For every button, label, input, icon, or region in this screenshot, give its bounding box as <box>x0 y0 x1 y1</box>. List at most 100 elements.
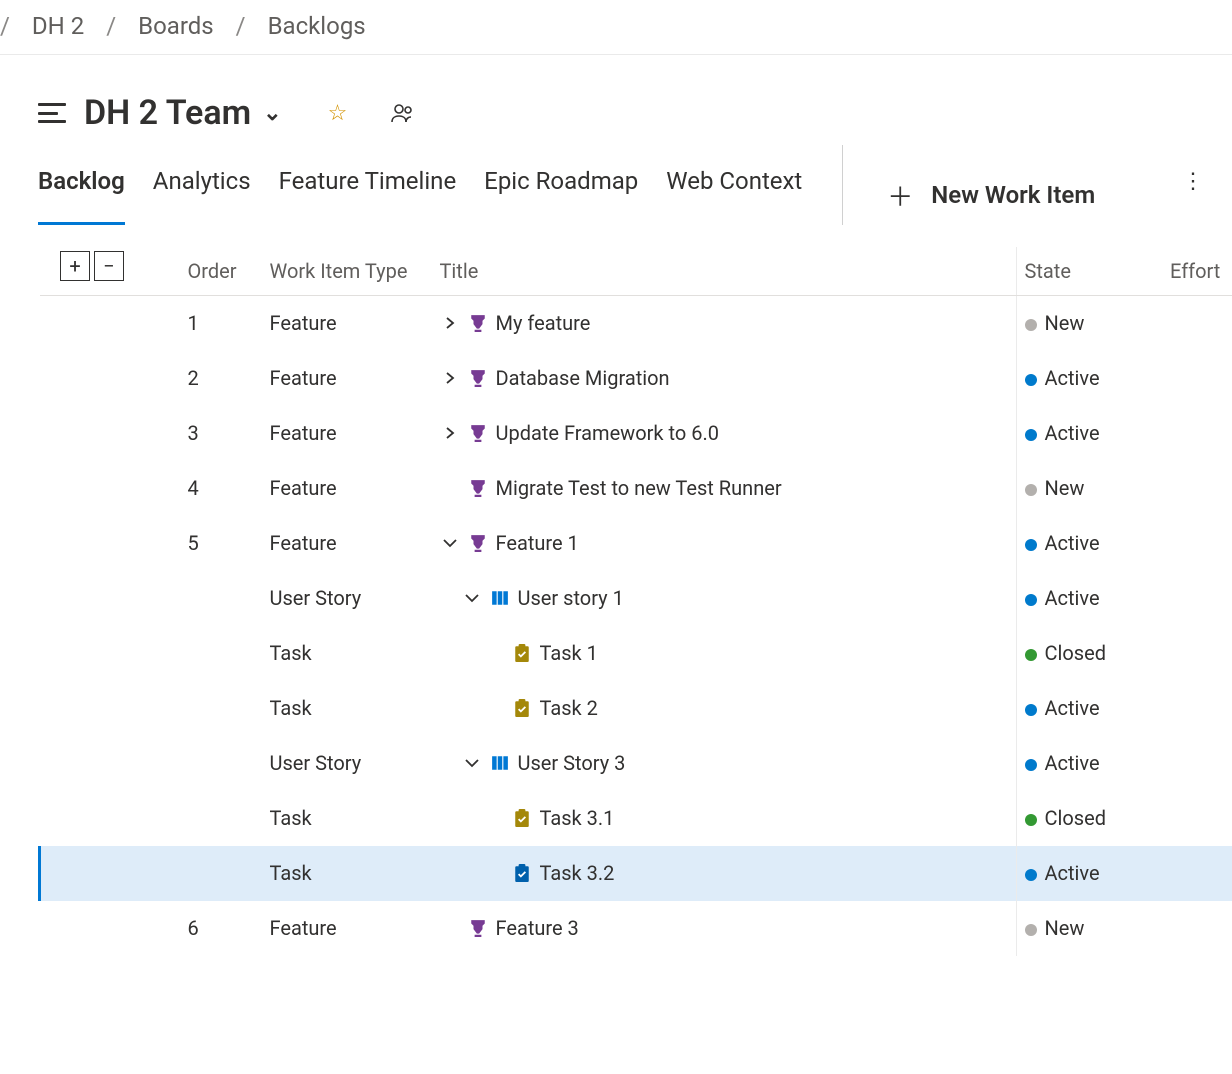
row-state: Closed <box>1016 626 1162 681</box>
table-row[interactable]: Task Task 1 Closed <box>40 626 1232 681</box>
state-dot-icon <box>1025 924 1037 936</box>
table-row[interactable]: 6Feature Feature 3 New <box>40 901 1232 956</box>
row-order <box>180 736 262 791</box>
row-order: 5 <box>180 516 262 571</box>
row-type: Task <box>262 626 432 681</box>
breadcrumb-boards[interactable]: Boards <box>138 12 214 40</box>
table-row[interactable]: 1Feature My feature New <box>40 296 1232 351</box>
col-effort-header[interactable]: Effort <box>1162 247 1232 296</box>
table-row[interactable]: Task Task 3.1 Closed <box>40 791 1232 846</box>
task-icon <box>512 808 532 828</box>
collapse-all-button[interactable]: − <box>94 251 124 281</box>
row-order: 1 <box>180 296 262 351</box>
expand-all-button[interactable]: + <box>60 251 90 281</box>
state-text: Active <box>1045 696 1100 720</box>
row-title[interactable]: User Story 3 <box>518 751 626 775</box>
table-row[interactable]: User StoryUser story 1Active <box>40 571 1232 626</box>
chevron-right-icon[interactable] <box>440 317 460 329</box>
tab-analytics[interactable]: Analytics <box>153 159 251 225</box>
new-work-item-button[interactable]: ＋ New Work Item <box>887 165 1095 225</box>
chevron-down-icon[interactable] <box>440 537 460 549</box>
row-effort <box>1162 736 1232 791</box>
table-row[interactable]: 5FeatureFeature 1Active <box>40 516 1232 571</box>
row-title[interactable]: Task 2 <box>540 696 598 720</box>
table-row[interactable]: User StoryUser Story 3Active <box>40 736 1232 791</box>
toolbar-separator <box>842 145 843 225</box>
col-state-header[interactable]: State <box>1016 247 1162 296</box>
row-state: Active <box>1016 736 1162 791</box>
state-dot-icon <box>1025 594 1037 606</box>
row-order: 4 <box>180 461 262 516</box>
tab-feature-timeline[interactable]: Feature Timeline <box>279 159 457 225</box>
menu-icon[interactable] <box>38 103 66 123</box>
row-title[interactable]: Feature 1 <box>496 531 579 555</box>
breadcrumb-backlogs[interactable]: Backlogs <box>268 12 366 40</box>
row-type: Feature <box>262 296 432 351</box>
task-blue-icon <box>512 863 532 883</box>
table-row[interactable]: 2FeatureDatabase MigrationActive <box>40 351 1232 406</box>
row-title[interactable]: My feature <box>496 311 591 335</box>
row-title[interactable]: Task 3.1 <box>540 806 615 830</box>
row-title[interactable]: Database Migration <box>496 366 670 390</box>
row-state: Closed <box>1016 791 1162 846</box>
row-order: 6 <box>180 901 262 956</box>
row-effort <box>1162 626 1232 681</box>
new-work-item-label: New Work Item <box>931 181 1095 209</box>
plus-icon: ＋ <box>887 177 913 214</box>
table-row[interactable]: TaskTask 3.2Active <box>40 846 1232 901</box>
row-type: Task <box>262 791 432 846</box>
row-type: Feature <box>262 406 432 461</box>
row-effort <box>1162 351 1232 406</box>
backlog-table: Order Work Item Type Title State Effort … <box>38 247 1232 956</box>
feature-icon <box>468 313 488 333</box>
row-title[interactable]: Task 1 <box>540 641 598 665</box>
team-selector[interactable]: DH 2 Team ⌄ <box>84 93 282 133</box>
tab-web-context[interactable]: Web Context <box>666 159 802 225</box>
row-state: New <box>1016 296 1162 351</box>
state-text: Closed <box>1045 641 1107 665</box>
row-order <box>180 626 262 681</box>
breadcrumb-sep: / <box>236 12 246 40</box>
chevron-right-icon[interactable] <box>440 427 460 439</box>
more-actions-button[interactable]: ⋮ <box>1182 169 1204 225</box>
pivot-tabs: Backlog Analytics Feature Timeline Epic Roa… <box>38 159 802 225</box>
chevron-down-icon[interactable] <box>462 592 482 604</box>
row-title[interactable]: Feature 3 <box>496 916 579 940</box>
col-title-header[interactable]: Title <box>432 247 1017 296</box>
breadcrumb-project[interactable]: DH 2 <box>32 12 84 40</box>
row-title[interactable]: Update Framework to 6.0 <box>496 421 719 445</box>
row-type: Feature <box>262 901 432 956</box>
table-row[interactable]: 4FeatureMigrate Test to new Test RunnerN… <box>40 461 1232 516</box>
state-text: Active <box>1045 861 1100 885</box>
tab-backlog[interactable]: Backlog <box>38 159 125 225</box>
state-text: New <box>1045 916 1085 940</box>
state-dot-icon <box>1025 319 1037 331</box>
favorite-star-icon[interactable]: ☆ <box>328 101 348 126</box>
row-title[interactable]: Task 3.2 <box>540 861 615 885</box>
col-type-header[interactable]: Work Item Type <box>262 247 432 296</box>
table-row[interactable]: TaskTask 2Active <box>40 681 1232 736</box>
state-dot-icon <box>1025 649 1037 661</box>
col-order-header[interactable]: Order <box>180 247 262 296</box>
row-state: Active <box>1016 406 1162 461</box>
breadcrumb-sep: / <box>0 12 10 40</box>
table-row[interactable]: 3Feature Update Framework to 6.0 Active <box>40 406 1232 461</box>
chevron-right-icon[interactable] <box>440 372 460 384</box>
row-state: Active <box>1016 516 1162 571</box>
row-effort <box>1162 461 1232 516</box>
feature-icon <box>468 423 488 443</box>
row-title[interactable]: Migrate Test to new Test Runner <box>496 476 782 500</box>
row-state: Active <box>1016 571 1162 626</box>
row-title[interactable]: User story 1 <box>518 586 624 610</box>
row-state: New <box>1016 901 1162 956</box>
row-order: 3 <box>180 406 262 461</box>
task-icon <box>512 643 532 663</box>
state-text: Active <box>1045 421 1100 445</box>
state-dot-icon <box>1025 484 1037 496</box>
row-order <box>180 681 262 736</box>
people-icon[interactable] <box>391 103 415 123</box>
state-text: Closed <box>1045 806 1107 830</box>
pivot-row: Backlog Analytics Feature Timeline Epic Roa… <box>0 159 1232 225</box>
tab-epic-roadmap[interactable]: Epic Roadmap <box>484 159 638 225</box>
chevron-down-icon[interactable] <box>462 757 482 769</box>
